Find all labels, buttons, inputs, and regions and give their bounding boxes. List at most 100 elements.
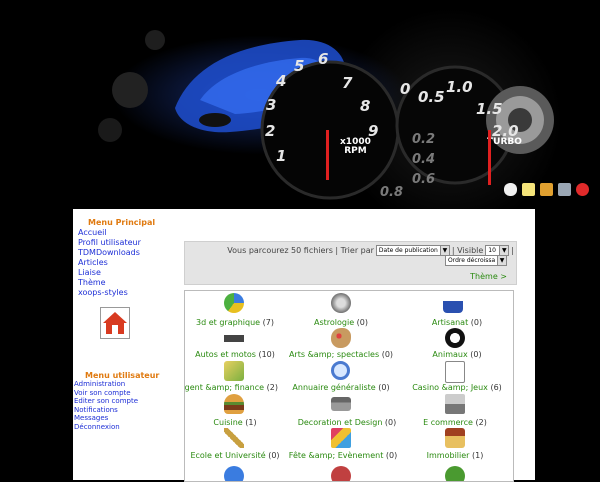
category-count: (1) <box>245 418 257 427</box>
sort-select[interactable]: Date de publication ▼ <box>375 245 450 256</box>
category-count: (0) <box>378 383 390 392</box>
calendar-icon[interactable] <box>540 183 553 196</box>
rpm-label: x1000 RPM <box>340 137 371 156</box>
boost-tick-0: 0 <box>400 80 411 98</box>
user-menu-deconnexion[interactable]: Déconnexion <box>74 423 138 432</box>
chevron-down-icon: ▼ <box>497 256 506 265</box>
category-link[interactable]: Arts &amp; spectacles (0) <box>289 350 393 359</box>
browse-text: Vous parcourez 50 fichiers | Trier par <box>227 246 374 255</box>
user-menu-administration[interactable]: Administration <box>74 380 138 389</box>
main-menu-title: Menu Principal <box>88 218 156 227</box>
user-menu: Administration Voir son compte Editer so… <box>74 380 138 431</box>
boost-minor-02: 0.2 <box>412 132 436 147</box>
theme-link[interactable]: Thème > <box>470 272 507 281</box>
house-key-icon[interactable] <box>445 428 465 448</box>
order-select[interactable]: Ordre décroissant ▼ <box>445 255 507 266</box>
register-icon[interactable] <box>445 394 465 414</box>
category-count: (2) <box>266 383 278 392</box>
burger-icon[interactable] <box>224 394 244 414</box>
category-count: (2) <box>475 418 487 427</box>
menu-item-profil[interactable]: Profil utilisateur <box>78 238 141 248</box>
ruler-icon[interactable] <box>224 428 244 448</box>
notepad-icon[interactable] <box>522 183 535 196</box>
user-menu-editer-compte[interactable]: Editer son compte <box>74 397 138 406</box>
party-icon[interactable] <box>331 428 351 448</box>
order-select-value: Ordre décroissant <box>448 257 495 264</box>
cards-icon[interactable] <box>445 361 465 383</box>
menu-item-liaise[interactable]: Liaise <box>78 268 141 278</box>
user-menu-notifications[interactable]: Notifications <box>74 406 138 415</box>
category-name: Fête &amp; Evènement <box>288 451 384 460</box>
palette-icon[interactable] <box>331 328 351 348</box>
sidebar: Menu Principal Accueil Profil utilisateu… <box>73 209 183 480</box>
visible-label: | Visible <box>451 246 484 255</box>
sofa-icon[interactable] <box>331 397 351 411</box>
power-icon[interactable] <box>576 183 589 196</box>
money-icon[interactable] <box>224 361 244 381</box>
category-count: (0) <box>356 318 369 327</box>
rpm-tick-7: 7 <box>342 74 353 92</box>
pie-chart-icon[interactable] <box>224 293 244 313</box>
visible-select-value: 10 <box>488 247 496 254</box>
home-icon[interactable] <box>100 307 130 339</box>
category-name: Casino &amp; Jeux <box>412 383 488 392</box>
category-name: E commerce <box>423 418 473 427</box>
category-count: (0) <box>384 418 397 427</box>
category-link[interactable]: 3d et graphique (7) <box>196 318 274 327</box>
zodiac-icon[interactable] <box>331 293 351 313</box>
category-name: Annuaire généraliste <box>292 383 376 392</box>
category-link[interactable]: Animaux (0) <box>432 350 481 359</box>
craft-icon[interactable] <box>443 293 463 313</box>
category-count: (0) <box>470 350 482 359</box>
car-icon[interactable] <box>224 328 244 348</box>
category-link[interactable]: Astrologie (0) <box>314 318 368 327</box>
panda-icon[interactable] <box>445 328 465 348</box>
sort-bar: Vous parcourez 50 fichiers | Trier par D… <box>184 241 517 285</box>
category-link[interactable]: Argent &amp; finance (2) <box>185 383 278 392</box>
boost-tick-05: 0.5 <box>418 88 445 106</box>
rpm-tick-8: 8 <box>360 97 371 115</box>
boost-minor-08: 0.8 <box>380 185 404 200</box>
category-link[interactable]: Fête &amp; Evènement (0) <box>289 451 397 460</box>
category-name: Astrologie <box>313 318 355 327</box>
magnifier-icon[interactable] <box>331 361 350 380</box>
category-link[interactable]: Autos et motos (10) <box>195 350 275 359</box>
category-link[interactable]: Casino &amp; Jeux (6) <box>412 383 502 392</box>
category-name: Animaux <box>432 350 468 359</box>
category-count: (0) <box>381 350 394 359</box>
menu-item-accueil[interactable]: Accueil <box>78 228 141 238</box>
category-count: (0) <box>385 451 398 460</box>
category-link[interactable]: Immobilier (1) <box>427 451 484 460</box>
banner-artwork <box>98 30 554 200</box>
category-count: (6) <box>490 383 502 392</box>
chat-icon[interactable] <box>504 183 517 196</box>
menu-item-xoops-styles[interactable]: xoops-styles <box>78 288 141 298</box>
rpm-tick-5: 5 <box>294 57 305 75</box>
category-link[interactable]: E commerce (2) <box>423 418 487 427</box>
boost-needle <box>488 130 491 185</box>
category-count: (0) <box>268 451 280 460</box>
category-link[interactable]: Artisanat (0) <box>432 318 482 327</box>
menu-item-articles[interactable]: Articles <box>78 258 141 268</box>
tools-icon[interactable] <box>558 183 571 196</box>
user-menu-messages[interactable]: Messages <box>74 414 138 423</box>
sort-trailing-pipe: | <box>511 246 514 255</box>
rpm-tick-6: 6 <box>318 50 329 68</box>
rpm-tick-2: 2 <box>265 122 276 140</box>
category-name: Autos et motos <box>195 350 256 359</box>
category-link[interactable]: Decoration et Design (0) <box>298 418 397 427</box>
menu-item-theme[interactable]: Thème <box>78 278 141 288</box>
menu-item-tdmdownloads[interactable]: TDMDownloads <box>78 248 141 258</box>
category-count: (1) <box>472 451 484 460</box>
category-link[interactable]: Annuaire généraliste (0) <box>292 383 389 392</box>
category-grid: 3d et graphique (7) Astrologie (0) Artis… <box>184 290 514 482</box>
chevron-down-icon: ▼ <box>439 246 449 255</box>
chevron-down-icon: ▼ <box>499 246 509 255</box>
main-menu: Accueil Profil utilisateur TDMDownloads … <box>78 228 141 298</box>
user-menu-voir-compte[interactable]: Voir son compte <box>74 389 138 398</box>
category-link[interactable]: Ecole et Université (0) <box>190 451 279 460</box>
category-link[interactable]: Cuisine (1) <box>213 418 256 427</box>
rpm-tick-4: 4 <box>276 72 287 90</box>
rpm-tick-1: 1 <box>276 147 287 165</box>
category-name: Decoration et Design <box>297 418 383 427</box>
